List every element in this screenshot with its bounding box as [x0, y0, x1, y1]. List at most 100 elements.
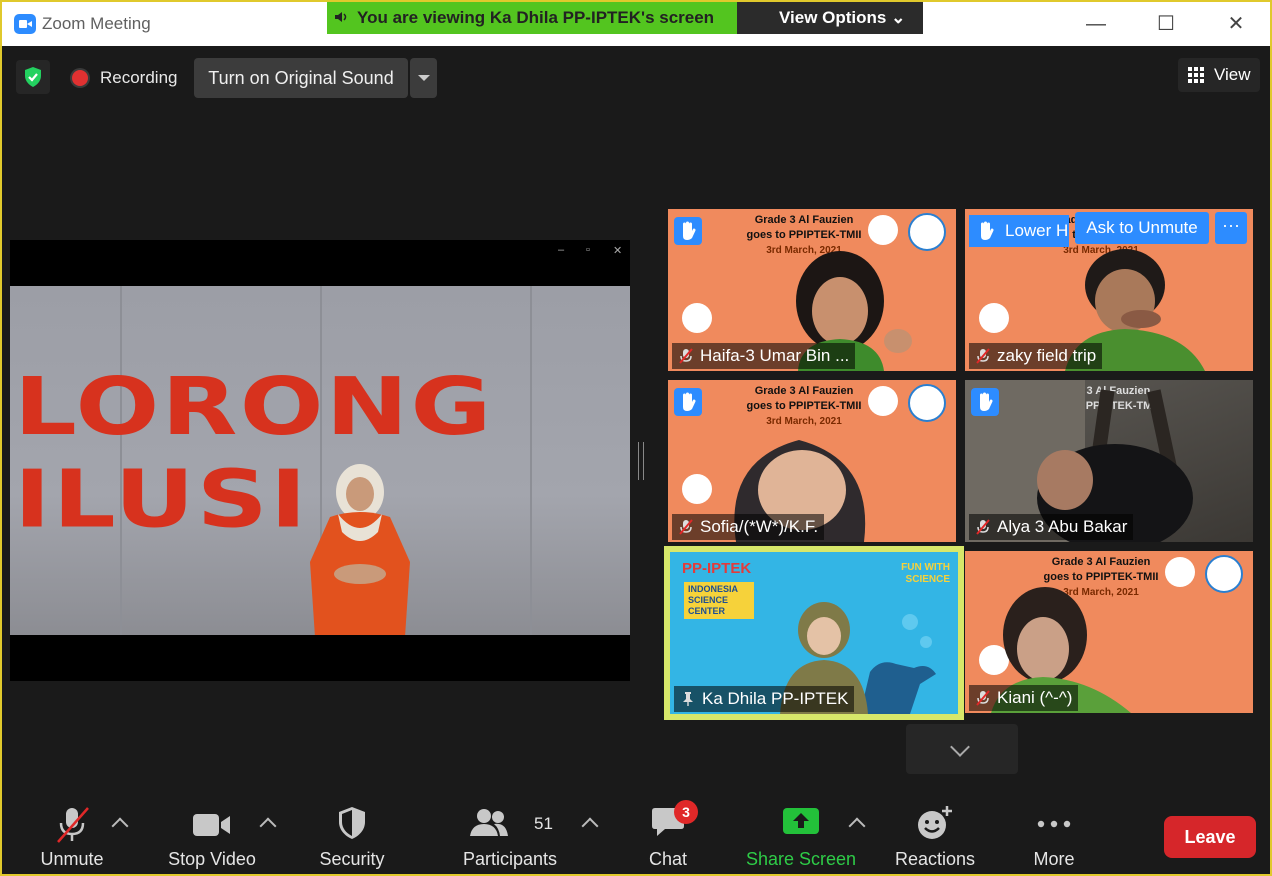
grid-icon — [1188, 67, 1204, 83]
shield-icon — [339, 807, 365, 839]
participant-name-tag: Sofia/(*W*)/K.F. — [672, 514, 825, 540]
fun-with-science-logo: FUN WITH SCIENCE — [901, 562, 950, 585]
zoom-app-icon — [14, 14, 36, 34]
participant-name: Alya 3 Abu Bakar — [997, 517, 1128, 536]
chevron-down-icon: ⌄ — [891, 8, 906, 27]
window-title: Zoom Meeting — [42, 14, 151, 33]
ppiptek-logo — [1205, 555, 1243, 593]
muted-mic-icon — [679, 519, 693, 535]
participants-count: 51 — [534, 814, 553, 833]
banner-line: Grade 3 Al Fauzien — [754, 385, 854, 397]
raised-hand-icon — [683, 221, 696, 240]
lower-hand-button[interactable]: Lower Hand — [969, 215, 1069, 247]
video-camera-icon — [193, 814, 230, 836]
participants-icon — [470, 809, 508, 836]
ppiptek-logo — [908, 213, 946, 251]
participants-options-caret[interactable] — [581, 817, 599, 835]
participant-name: Sofia/(*W*)/K.F. — [700, 517, 819, 536]
reactions-icon — [918, 806, 952, 839]
reactions-button[interactable]: Reactions — [886, 792, 984, 874]
viewing-text: You are viewing Ka Dhila PP-IPTEK's scre… — [357, 8, 715, 27]
recording-label: Recording — [100, 68, 178, 87]
more-options-button[interactable]: ··· — [1215, 212, 1247, 244]
original-sound-dropdown[interactable] — [410, 58, 437, 98]
muted-mic-icon — [679, 348, 693, 364]
view-options-label: View Options — [779, 8, 887, 27]
shared-close-icon: ✕ — [613, 245, 623, 257]
maximize-button[interactable]: ☐ — [1146, 10, 1186, 38]
raised-hand-icon — [980, 392, 993, 411]
view-options-button[interactable]: View Options ⌄ — [779, 8, 905, 28]
speaker-icon — [335, 12, 347, 22]
muted-mic-icon — [976, 690, 990, 706]
security-button[interactable]: Security — [304, 792, 400, 874]
participants-label: Participants — [462, 849, 558, 869]
recording-icon — [72, 70, 88, 86]
original-sound-button[interactable]: Turn on Original Sound — [194, 58, 408, 98]
presenter-figure — [310, 464, 410, 635]
muted-mic-icon — [976, 348, 990, 364]
pin-icon — [683, 692, 693, 706]
participant-name: Ka Dhila PP-IPTEK — [702, 689, 849, 708]
more-label: More — [1033, 849, 1075, 869]
security-label: Security — [319, 849, 385, 869]
raised-hand-indicator — [674, 217, 702, 245]
chat-label: Chat — [648, 849, 688, 869]
viewing-indicator: You are viewing Ka Dhila PP-IPTEK's scre… — [327, 2, 737, 34]
stop-video-label: Stop Video — [168, 849, 256, 869]
ppiptek-logo — [908, 384, 946, 422]
participant-name: zaky field trip — [997, 346, 1097, 365]
shared-screen[interactable]: – ▫ ✕ LORONG ILUSI — [10, 240, 630, 681]
unmute-label: Unmute — [40, 849, 104, 869]
share-screen-button[interactable]: Share Screen — [742, 792, 860, 874]
shared-restore-icon: ▫ — [586, 244, 590, 256]
banner-line: Grade 3 Al Fauzien — [1051, 556, 1151, 568]
minimize-button[interactable]: — — [1076, 10, 1116, 38]
view-label: View — [1214, 65, 1251, 84]
view-button[interactable]: View — [1178, 58, 1260, 92]
close-button[interactable]: ✕ — [1216, 10, 1256, 38]
stop-video-button[interactable]: Stop Video — [162, 792, 262, 874]
unmute-button[interactable]: Unmute — [22, 792, 122, 874]
raised-hand-indicator — [674, 388, 702, 416]
video-options-caret[interactable] — [259, 817, 277, 835]
share-screen-label: Share Screen — [745, 849, 857, 869]
participant-tile[interactable]: Grade 3 Al Fauziengoes to PPIPTEK-TMII3r… — [965, 551, 1253, 713]
participant-name-tag: Alya 3 Abu Bakar — [969, 514, 1134, 540]
zoom-window: Zoom Meeting — ☐ ✕ You are viewing Ka Dh… — [0, 0, 1272, 876]
encryption-shield-button[interactable] — [16, 60, 50, 94]
participant-name-tag: Kiani (^-^) — [969, 685, 1079, 711]
lower-hand-label: Lower Hand — [1005, 221, 1069, 240]
participant-tile[interactable]: Grade 3 Al Fauziengoes to PPIPTEK-TMII3r… — [965, 209, 1253, 371]
shared-video-content: LORONG ILUSI — [10, 286, 630, 635]
meeting-toolbar: Unmute Stop Video Security Participants … — [2, 792, 1270, 874]
mascot — [682, 474, 712, 504]
mascot — [979, 303, 1009, 333]
shared-minimize-icon: – — [558, 244, 565, 256]
participant-name: Kiani (^-^) — [997, 688, 1073, 707]
participant-tile[interactable]: Grade 3 Al Fauziengoes to PPIPTEK-TMII A… — [965, 380, 1253, 542]
share-screen-icon — [783, 808, 819, 834]
raised-hand-indicator — [971, 388, 999, 416]
participant-tile[interactable]: Grade 3 Al Fauziengoes to PPIPTEK-TMII3r… — [668, 209, 956, 371]
chat-button[interactable]: Chat — [628, 792, 708, 874]
ask-to-unmute-button[interactable]: Ask to Unmute — [1075, 212, 1209, 244]
split-resize-handle[interactable] — [638, 442, 644, 480]
school-logo — [868, 215, 898, 245]
participant-tile[interactable]: Grade 3 Al Fauziengoes to PPIPTEK-TMII3r… — [668, 380, 956, 542]
participant-tile[interactable]: PP-IPTEK INDONESIA SCIENCE CENTER FUN WI… — [670, 552, 958, 714]
more-button[interactable]: More — [1012, 792, 1096, 874]
school-logo — [868, 386, 898, 416]
reactions-label: Reactions — [894, 849, 976, 869]
viewing-banner: You are viewing Ka Dhila PP-IPTEK's scre… — [327, 2, 923, 34]
muted-mic-icon — [976, 519, 990, 535]
participant-name-tag: Haifa-3 Umar Bin ... — [672, 343, 856, 369]
banner-line: goes to PPIPTEK-TMII — [746, 229, 862, 241]
banner-line: goes to PPIPTEK-TMII — [746, 400, 862, 412]
mascot — [682, 303, 712, 333]
next-page-button[interactable] — [906, 724, 1018, 774]
participant-name: Haifa-3 Umar Bin ... — [700, 346, 850, 365]
raised-hand-icon — [683, 392, 696, 411]
raised-hand-icon — [981, 221, 994, 240]
leave-button[interactable]: Leave — [1164, 816, 1256, 858]
